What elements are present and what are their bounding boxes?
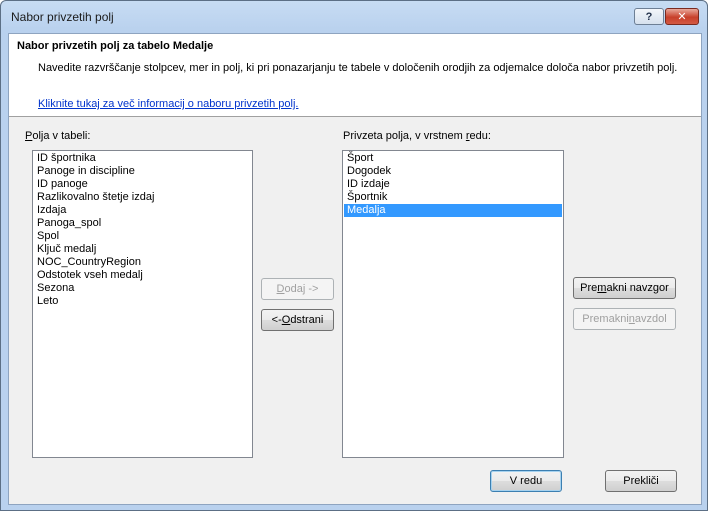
title-bar[interactable]: Nabor privzetih polj ? ✕ — [1, 1, 707, 31]
field-item[interactable]: Izdaja — [34, 204, 251, 217]
add-button[interactable]: Dodaj -> — [261, 278, 334, 300]
field-item[interactable]: Sezona — [34, 282, 251, 295]
close-icon: ✕ — [677, 11, 687, 23]
cancel-button[interactable]: Prekliči — [605, 470, 677, 492]
field-item[interactable]: ID športnika — [34, 152, 251, 165]
help-button[interactable]: ? — [634, 8, 664, 25]
default-field-item[interactable]: Dogodek — [344, 165, 562, 178]
dialog-window: Nabor privzetih polj ? ✕ Nabor privzetih… — [0, 0, 708, 511]
window-title: Nabor privzetih polj — [11, 10, 114, 24]
remove-button[interactable]: <- Odstrani — [261, 309, 334, 331]
help-icon: ? — [645, 10, 653, 23]
header-panel: Nabor privzetih polj za tabelo Medalje N… — [9, 34, 701, 117]
dialog-client: Nabor privzetih polj za tabelo Medalje N… — [8, 33, 702, 505]
field-item[interactable]: Panoga_spol — [34, 217, 251, 230]
move-up-button[interactable]: Pre m akni navzgor — [573, 277, 676, 299]
field-item[interactable]: Odstotek vseh medalj — [34, 269, 251, 282]
default-field-item[interactable]: ID izdaje — [344, 178, 562, 191]
move-down-button[interactable]: Premakni n avzdol — [573, 308, 676, 330]
field-item[interactable]: Leto — [34, 295, 251, 308]
help-link[interactable]: Kliknite tukaj za več informacij o nabor… — [38, 98, 298, 110]
field-item[interactable]: Ključ medalj — [34, 243, 251, 256]
default-fields-label: Privzeta polja, v vrstnem redu: — [343, 130, 491, 142]
table-fields-list[interactable]: ID športnika Panoge in discipline ID panog… — [32, 150, 253, 458]
fields-label: Polja v tabeli: — [25, 130, 91, 142]
default-field-item[interactable]: Športnik — [344, 191, 562, 204]
field-item[interactable]: Panoge in discipline — [34, 165, 251, 178]
field-item[interactable]: Spol — [34, 230, 251, 243]
header-description: Navedite razvrščanje stolpcev, mer in po… — [38, 62, 678, 74]
header-title: Nabor privzetih polj za tabelo Medalje — [17, 40, 214, 52]
ok-button[interactable]: V redu — [490, 470, 562, 492]
default-field-item[interactable]: Šport — [344, 152, 562, 165]
default-fields-list[interactable]: Šport Dogodek ID izdaje Športnik Medalja — [342, 150, 564, 458]
default-field-item[interactable]: Medalja — [344, 204, 562, 217]
field-item[interactable]: ID panoge — [34, 178, 251, 191]
field-item[interactable]: Razlikovalno štetje izdaj — [34, 191, 251, 204]
close-button[interactable]: ✕ — [665, 8, 699, 25]
field-item[interactable]: NOC_CountryRegion — [34, 256, 251, 269]
